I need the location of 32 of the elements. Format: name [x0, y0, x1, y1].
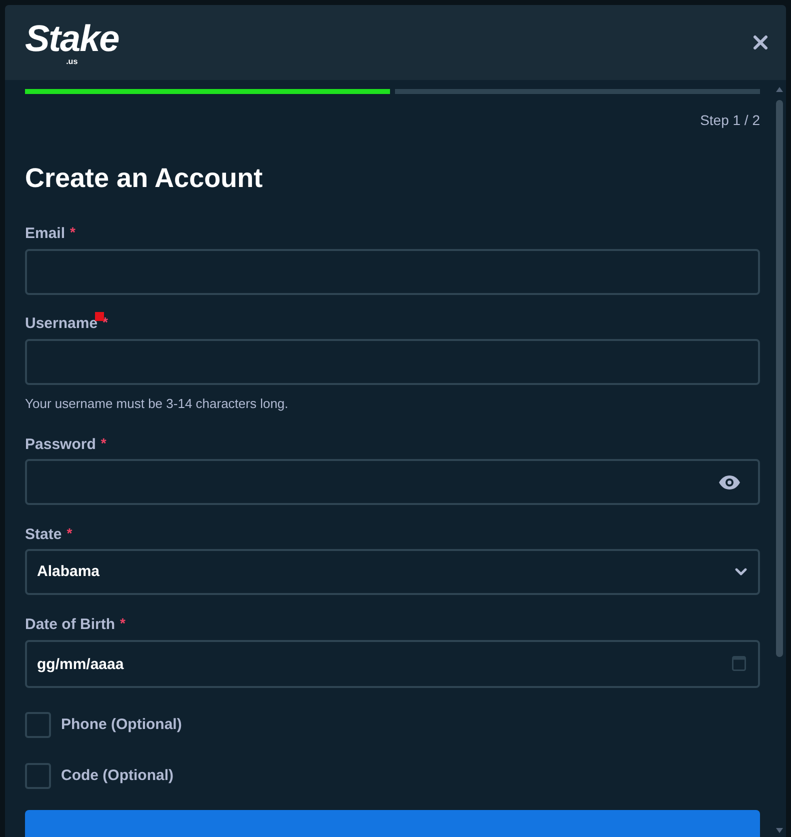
- field-label: State: [25, 525, 62, 545]
- submit-button[interactable]: [25, 810, 760, 837]
- logo-suffix: .us: [66, 57, 78, 66]
- eye-icon: [718, 475, 741, 490]
- required-asterisk: *: [120, 615, 126, 631]
- field-label: Date of Birth: [25, 615, 115, 635]
- date-field[interactable]: gg/mm/aaaa: [25, 640, 760, 688]
- chevron-down-icon: [735, 568, 747, 576]
- form-title: Create an Account: [25, 162, 264, 194]
- step-indicator: Step 1 / 2: [700, 111, 760, 130]
- checkbox[interactable]: [25, 712, 51, 738]
- field-hint: Your username must be 3-14 characters long.: [25, 395, 290, 413]
- calendar-icon[interactable]: [732, 656, 746, 671]
- close-icon: [752, 35, 768, 50]
- required-asterisk: *: [66, 525, 72, 541]
- password-field[interactable]: [25, 459, 760, 505]
- field-label: Username: [25, 314, 98, 334]
- email-field[interactable]: [25, 249, 760, 295]
- username-field[interactable]: [25, 339, 760, 385]
- checkbox-label[interactable]: Phone (Optional): [61, 715, 182, 735]
- scrollbar-thumb[interactable]: [776, 100, 783, 657]
- checkbox-label[interactable]: Code (Optional): [61, 766, 174, 786]
- field-label: Password: [25, 435, 96, 455]
- field-label: Email: [25, 224, 66, 244]
- logo-wordmark: Stake: [25, 21, 119, 57]
- state-select[interactable]: Alabama: [25, 549, 760, 595]
- scroll-down-icon[interactable]: [776, 828, 783, 833]
- show-password-button[interactable]: [718, 475, 741, 490]
- required-asterisk: *: [70, 224, 76, 240]
- required-asterisk: *: [100, 435, 106, 451]
- scroll-up-icon[interactable]: [776, 87, 783, 92]
- checkbox[interactable]: [25, 763, 51, 789]
